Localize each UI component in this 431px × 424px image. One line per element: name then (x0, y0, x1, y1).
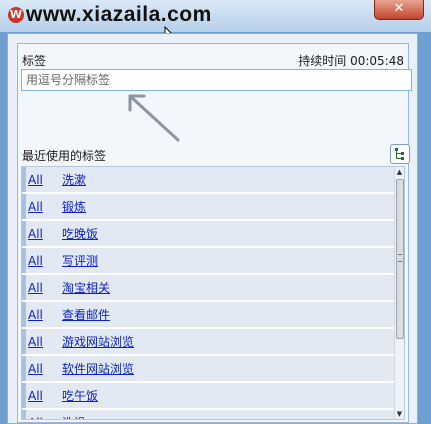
recent-tags-label: 最近使用的标签 (22, 149, 107, 163)
tree-view-button[interactable] (390, 144, 410, 164)
tag-link[interactable]: 锻炼 (62, 198, 86, 215)
scroll-up-arrow-icon[interactable]: ▲ (396, 168, 403, 176)
tag-link[interactable]: 查看邮件 (62, 306, 110, 323)
tag-row: All 游戏网站浏览 (22, 329, 396, 354)
tag-link[interactable]: 洗澡 (62, 414, 86, 419)
vertical-scrollbar[interactable]: ▲ ▼ (394, 167, 404, 419)
tag-panel: 标签 持续时间 00:05:48 最近使用的标签 All 洗漱 All 锻炼 All 吃晚… (17, 43, 412, 423)
tag-link[interactable]: 洗漱 (62, 171, 86, 188)
tag-row: All 吃午饭 (22, 383, 396, 408)
all-link[interactable]: All (26, 254, 58, 268)
tag-row: All 锻炼 (22, 194, 396, 219)
all-link[interactable]: All (26, 200, 58, 214)
tag-row: All 淘宝相关 (22, 275, 396, 300)
tag-row: All 吃晚饭 (22, 221, 396, 246)
tag-link[interactable]: 吃午饭 (62, 387, 98, 404)
watermark-text: www.xiazaila.com (26, 3, 212, 26)
tags-label: 标签 (22, 54, 47, 68)
tree-icon (395, 148, 404, 160)
tag-row: All 查看邮件 (22, 302, 396, 327)
tag-link[interactable]: 游戏网站浏览 (62, 333, 134, 350)
scroll-down-arrow-icon[interactable]: ▼ (396, 410, 403, 418)
tag-link[interactable]: 写评测 (62, 252, 98, 269)
title-bar: W www.xiazaila.com ✕ (0, 0, 431, 32)
tag-link[interactable]: 软件网站浏览 (62, 360, 134, 377)
all-link[interactable]: All (26, 362, 58, 376)
pointer-arrow-icon (128, 94, 180, 142)
all-link[interactable]: All (26, 389, 58, 403)
tag-row: All 写评测 (22, 248, 396, 273)
scroll-thumb[interactable] (396, 179, 404, 339)
all-link[interactable]: All (26, 335, 58, 349)
tag-row: All 洗澡 (22, 410, 396, 420)
tag-row: All 软件网站浏览 (22, 356, 396, 381)
recent-tags-list: All 洗漱 All 锻炼 All 吃晚饭 All 写评测 All 淘宝相关 All 查看邮件 All 游… (21, 166, 405, 420)
all-link[interactable]: All (26, 308, 58, 322)
close-button[interactable]: ✕ (374, 0, 424, 20)
tag-link[interactable]: 吃晚饭 (62, 225, 98, 242)
tags-input[interactable] (21, 69, 412, 91)
duration-display: 持续时间 00:05:48 (298, 54, 404, 68)
tag-row: All 洗漱 (22, 167, 396, 192)
tag-link[interactable]: 淘宝相关 (62, 279, 110, 296)
app-icon: W (8, 7, 24, 23)
all-link[interactable]: All (26, 416, 58, 420)
dialog-body: 标签 持续时间 00:05:48 最近使用的标签 All 洗漱 All 锻炼 All 吃晚… (7, 33, 418, 424)
all-link[interactable]: All (26, 227, 58, 241)
all-link[interactable]: All (26, 173, 58, 187)
all-link[interactable]: All (26, 281, 58, 295)
